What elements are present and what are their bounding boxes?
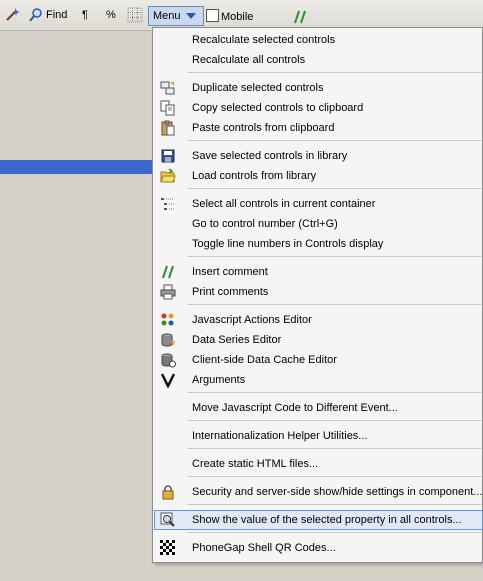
- menu-separator: [187, 504, 481, 505]
- grid-dots-icon: [127, 7, 143, 23]
- lock-icon: [160, 484, 176, 500]
- menu-item-paste-controls[interactable]: Paste controls from clipboard: [154, 118, 483, 138]
- menu-item-label: PhoneGap Shell QR Codes...: [192, 542, 336, 554]
- menu-item-go-to-control[interactable]: Go to control number (Ctrl+G): [154, 214, 483, 234]
- menu-item-label: Internationalization Helper Utilities...: [192, 430, 368, 442]
- menu-separator: [187, 476, 481, 477]
- menu-item-label: Recalculate all controls: [192, 54, 306, 66]
- menu-separator: [187, 420, 481, 421]
- javascript-actions-icon: [160, 312, 176, 328]
- menu-item-label: Show the value of the selected property …: [192, 514, 462, 526]
- menu-separator: [187, 304, 481, 305]
- v-letter-icon: [160, 372, 176, 388]
- menu-item-recalculate-all[interactable]: Recalculate all controls: [154, 50, 483, 70]
- open-folder-icon: [160, 168, 176, 184]
- menu-item-move-javascript-code[interactable]: Move Javascript Code to Different Event.…: [154, 398, 483, 418]
- menu-item-label: Load controls from library: [192, 170, 317, 182]
- menu-item-label: Data Series Editor: [192, 334, 282, 346]
- comment-slash-icon: [293, 10, 309, 24]
- menu-item-recalculate-selected[interactable]: Recalculate selected controls: [154, 30, 483, 50]
- find-label: Find: [46, 9, 68, 21]
- menu-item-label: Save selected controls in library: [192, 150, 348, 162]
- menu-item-data-series-editor[interactable]: Data Series Editor: [154, 330, 483, 350]
- menu-item-label: Recalculate selected controls: [192, 34, 336, 46]
- grid-button[interactable]: [127, 6, 143, 24]
- chevron-down-icon: [185, 12, 196, 20]
- menu-item-javascript-actions-editor[interactable]: Javascript Actions Editor: [154, 310, 483, 330]
- menu-item-create-static-html[interactable]: Create static HTML files...: [154, 454, 483, 474]
- pilcrow-label: ¶: [82, 9, 88, 21]
- menu-item-internationalization-utilities[interactable]: Internationalization Helper Utilities...: [154, 426, 483, 446]
- menu-item-toggle-line-numbers[interactable]: Toggle line numbers in Controls display: [154, 234, 483, 254]
- wand-tool-button[interactable]: [4, 6, 20, 24]
- menu-item-label: Paste controls from clipboard: [192, 122, 335, 134]
- percent-label: %: [106, 9, 116, 21]
- menu-item-phonegap-qr-codes[interactable]: PhoneGap Shell QR Codes...: [154, 538, 483, 558]
- find-icon: [28, 7, 44, 23]
- pilcrow-button[interactable]: ¶: [80, 6, 88, 24]
- menu-item-insert-comment[interactable]: Insert comment: [154, 262, 483, 282]
- save-disk-icon: [160, 148, 176, 164]
- menu-item-label: Move Javascript Code to Different Event.…: [192, 402, 398, 414]
- menu-item-label: Duplicate selected controls: [192, 82, 324, 94]
- menu-separator: [187, 140, 481, 141]
- copy-icon: [160, 100, 176, 116]
- menu-item-arguments[interactable]: Arguments: [154, 370, 483, 390]
- menu-item-label: Toggle line numbers in Controls display: [192, 238, 384, 250]
- menu-item-label: Go to control number (Ctrl+G): [192, 218, 338, 230]
- qr-code-icon: [160, 540, 176, 556]
- menu-separator: [187, 188, 481, 189]
- magnifier-icon: [160, 512, 176, 528]
- menu-item-label: Insert comment: [192, 266, 268, 278]
- menu-separator: [187, 448, 481, 449]
- duplicate-icon: [160, 80, 176, 96]
- menu-item-label: Print comments: [192, 286, 269, 298]
- menu-item-label: Client-side Data Cache Editor: [192, 354, 337, 366]
- paste-icon: [160, 120, 176, 136]
- menu-button[interactable]: Menu: [148, 6, 204, 26]
- tree-list-icon: [160, 196, 176, 212]
- controls-tree-panel: [0, 31, 152, 581]
- database-cache-icon: [160, 352, 176, 368]
- wand-icon: [4, 7, 20, 23]
- menu-dropdown: Recalculate selected controls Recalculat…: [152, 27, 483, 563]
- menu-item-label: Copy selected controls to clipboard: [192, 102, 364, 114]
- comment-slash-icon: [160, 264, 176, 280]
- find-button[interactable]: Find: [28, 6, 67, 24]
- menu-item-load-library[interactable]: Load controls from library: [154, 166, 483, 186]
- menu-item-data-cache-editor[interactable]: Client-side Data Cache Editor: [154, 350, 483, 370]
- menu-item-label: Select all controls in current container: [192, 198, 376, 210]
- mobile-checkbox[interactable]: [206, 9, 219, 22]
- menu-item-security-settings[interactable]: Security and server-side show/hide setti…: [154, 482, 483, 502]
- database-icon: [160, 332, 176, 348]
- selected-tree-row[interactable]: [0, 160, 152, 174]
- menu-item-label: Security and server-side show/hide setti…: [192, 486, 483, 498]
- menu-separator: [187, 256, 481, 257]
- menu-item-label: Javascript Actions Editor: [192, 314, 312, 326]
- percent-button[interactable]: %: [104, 6, 116, 24]
- menu-item-save-library[interactable]: Save selected controls in library: [154, 146, 483, 166]
- menu-separator: [187, 532, 481, 533]
- menu-separator: [187, 392, 481, 393]
- printer-icon: [160, 284, 176, 300]
- menu-item-label: Arguments: [192, 374, 246, 386]
- menu-item-label: Create static HTML files...: [192, 458, 319, 470]
- menu-item-print-comments[interactable]: Print comments: [154, 282, 483, 302]
- menu-item-select-all-controls[interactable]: Select all controls in current container: [154, 194, 483, 214]
- menu-button-label: Menu: [153, 10, 181, 22]
- menu-item-copy-controls[interactable]: Copy selected controls to clipboard: [154, 98, 483, 118]
- menu-separator: [187, 72, 481, 73]
- menu-item-show-property-value[interactable]: Show the value of the selected property …: [154, 510, 483, 530]
- menu-item-duplicate-controls[interactable]: Duplicate selected controls: [154, 78, 483, 98]
- mobile-label: Mobile: [221, 11, 254, 23]
